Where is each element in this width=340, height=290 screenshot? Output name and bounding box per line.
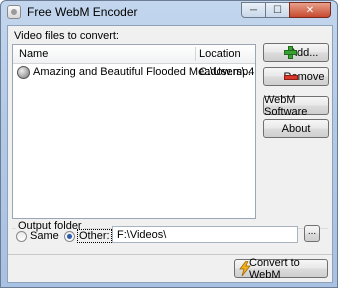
column-header-location[interactable]: Location	[199, 48, 241, 60]
close-icon: ✕	[305, 4, 315, 16]
lightning-icon	[239, 261, 251, 276]
file-list[interactable]: Name Location Amazing and Beautiful Floo…	[12, 44, 256, 219]
about-button[interactable]: About	[263, 119, 329, 138]
minimize-button[interactable]: ─	[241, 2, 266, 18]
same-radio[interactable]	[16, 231, 27, 242]
caption-buttons: ─ ☐ ✕	[241, 2, 331, 18]
app-window: Free WebM Encoder ─ ☐ ✕ Video files to c…	[0, 0, 338, 288]
other-radio[interactable]	[64, 231, 75, 242]
output-path-input[interactable]	[112, 226, 298, 243]
column-header-name[interactable]: Name	[19, 48, 48, 60]
browse-button[interactable]: ...	[304, 225, 320, 242]
other-label[interactable]: Other:	[77, 229, 112, 243]
files-label: Video files to convert:	[14, 30, 119, 42]
file-location: C:\Users\...	[199, 66, 255, 78]
remove-button[interactable]: Remove	[263, 67, 329, 86]
convert-button[interactable]: Convert to WebM	[234, 256, 328, 281]
app-icon	[7, 5, 21, 19]
divider	[8, 254, 332, 255]
title-bar[interactable]: Free WebM Encoder ─ ☐ ✕	[1, 1, 337, 23]
webm-software-button[interactable]: WebM Software	[263, 94, 329, 118]
same-label[interactable]: Same	[30, 230, 59, 242]
add-button[interactable]: Add...	[263, 43, 329, 62]
minimize-icon: ─	[249, 4, 258, 16]
minus-icon	[284, 75, 298, 80]
maximize-button[interactable]: ☐	[265, 2, 290, 18]
list-item[interactable]: Amazing and Beautiful Flooded Meadow.mp4…	[13, 65, 255, 81]
window-title: Free WebM Encoder	[27, 5, 138, 19]
plus-icon	[284, 46, 297, 59]
column-separator[interactable]	[195, 47, 196, 61]
list-header: Name Location	[13, 45, 255, 64]
close-button[interactable]: ✕	[289, 2, 331, 18]
maximize-icon: ☐	[273, 4, 282, 16]
client-area: Video files to convert: Name Location Am…	[7, 25, 333, 283]
convert-label: Convert to WebM	[249, 256, 300, 281]
video-disc-icon	[17, 66, 30, 79]
